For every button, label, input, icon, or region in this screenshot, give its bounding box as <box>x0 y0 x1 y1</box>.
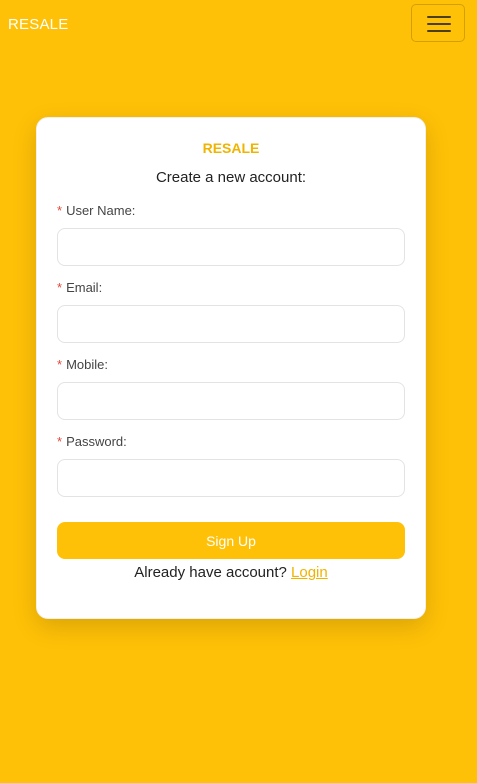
password-label-text: Password: <box>66 434 127 449</box>
required-mark: * <box>57 203 63 218</box>
username-input[interactable] <box>57 228 405 266</box>
hamburger-menu-icon <box>427 16 451 18</box>
card-brand: RESALE <box>202 140 260 156</box>
login-link[interactable]: Login <box>291 564 328 581</box>
required-mark: * <box>57 280 63 295</box>
signup-button[interactable]: Sign Up <box>57 522 405 559</box>
required-mark: * <box>57 357 63 372</box>
mobile-label: * Mobile: <box>57 357 108 372</box>
navbar: RESALE <box>0 0 477 50</box>
signup-card: RESALE Create a new account: * User Name:… <box>36 117 426 619</box>
login-prompt: Already have account? Login <box>37 564 425 581</box>
username-label-text: User Name: <box>66 203 136 218</box>
mobile-input[interactable] <box>57 382 405 420</box>
mobile-label-text: Mobile: <box>66 357 108 372</box>
email-input[interactable] <box>57 305 405 343</box>
login-prompt-text: Already have account? <box>134 564 287 581</box>
hamburger-menu-icon <box>427 30 451 32</box>
navbar-brand[interactable]: RESALE <box>8 16 68 33</box>
email-label-text: Email: <box>66 280 103 295</box>
required-mark: * <box>57 434 63 449</box>
card-subtitle: Create a new account: <box>155 169 307 186</box>
username-label: * User Name: <box>57 203 135 218</box>
password-label: * Password: <box>57 434 127 449</box>
password-input[interactable] <box>57 459 405 497</box>
hamburger-menu-icon <box>427 23 451 25</box>
email-label: * Email: <box>57 280 102 295</box>
menu-toggle-button[interactable] <box>411 4 465 42</box>
